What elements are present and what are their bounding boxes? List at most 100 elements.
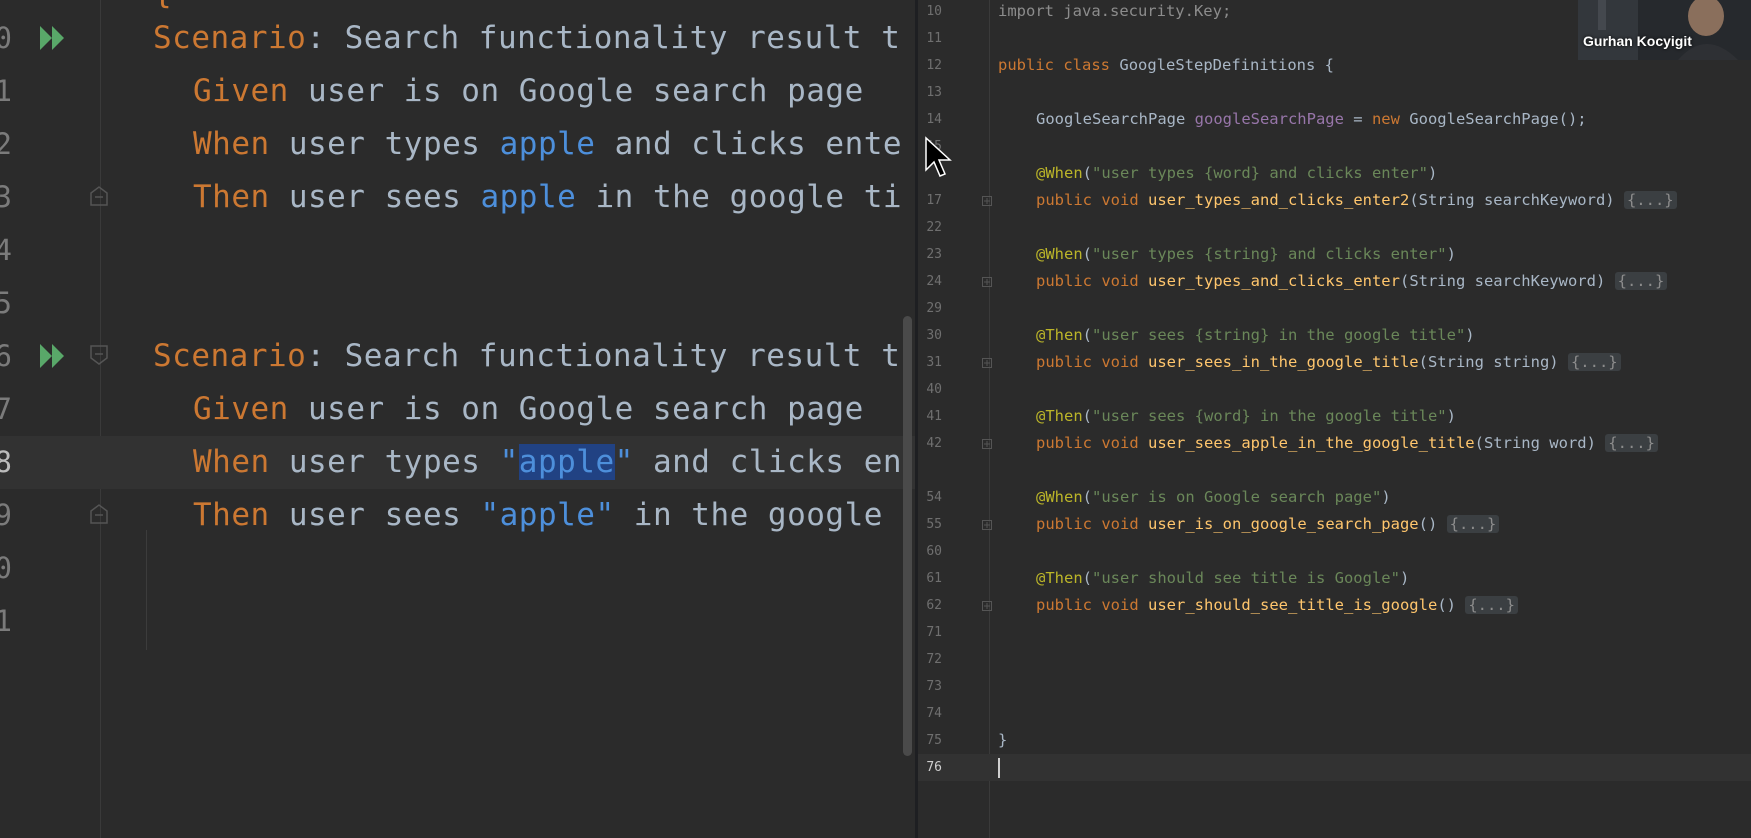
code-line-74[interactable]: 74 (918, 700, 1751, 727)
code-line-60[interactable]: 60 (918, 538, 1751, 565)
code-line-76[interactable]: 76 (918, 754, 1751, 781)
code-line-31[interactable]: 31 public void user_sees_in_the_google_t… (918, 349, 1751, 376)
quote-mark: " (499, 444, 519, 480)
code-line-72[interactable]: 72 (918, 646, 1751, 673)
line-number: 73 (926, 679, 942, 694)
code-line-14[interactable]: 14 GoogleSearchPage googleSearchPage = n… (918, 106, 1751, 133)
step-parameter: apple (480, 179, 577, 215)
fold-marker-icon[interactable] (88, 185, 110, 207)
participant-name: Gurhan Kocyigit (1583, 33, 1692, 49)
folded-body[interactable]: {...} (1623, 191, 1677, 209)
closing-brace: } (998, 731, 1008, 749)
method-name: user_should_see_title_is_google (1148, 596, 1438, 614)
vertical-scrollbar[interactable] (903, 316, 912, 756)
line-number: 14 (0, 233, 12, 267)
step-pattern-string: "user types {string} and clicks enter" (1092, 245, 1447, 263)
code-line-55[interactable]: 55 public void user_is_on_google_search_… (918, 511, 1751, 538)
keyword: public (1036, 272, 1092, 290)
code-line-16[interactable]: @When("user types {word} and clicks ente… (918, 160, 1751, 187)
code-line-30[interactable]: 30 @Then("user sees {string} in the goog… (918, 322, 1751, 349)
step-pattern-string: "user sees {word} in the google title" (1092, 407, 1447, 425)
folded-body[interactable]: {...} (1605, 434, 1658, 452)
step-pattern-string: "user sees {string} in the google title" (1092, 326, 1466, 344)
line-number: 74 (926, 706, 942, 721)
step-text: user types (269, 126, 500, 162)
run-scenario-icon[interactable] (38, 24, 70, 52)
then-keyword: Then (193, 179, 270, 215)
line-number: 61 (926, 571, 942, 586)
code-line-18[interactable]: 18 When user types "apple" and clicks en (0, 436, 915, 489)
code-line-41[interactable]: 41 @Then("user sees {word} in the google… (918, 403, 1751, 430)
keyword: void (1101, 272, 1139, 290)
keyword: new (1371, 110, 1400, 128)
line-number: 62 (926, 598, 942, 613)
code-line-22[interactable]: 22 (918, 214, 1751, 241)
paren: ) (1381, 488, 1391, 506)
code-line-42[interactable]: 42 public void user_sees_apple_in_the_go… (918, 430, 1751, 457)
code-line-12[interactable]: 12 When user types apple and clicks ente (0, 118, 915, 171)
paren: ( (1082, 326, 1093, 344)
folded-body[interactable]: {...} (1465, 596, 1518, 614)
paren: ) (1427, 164, 1438, 182)
code-line-15[interactable]: 15 (0, 277, 915, 330)
folded-body[interactable]: {...} (1614, 272, 1668, 290)
feature-editor[interactable]: { 10 Scenario: Search functionality resu… (0, 0, 915, 838)
fold-marker-icon[interactable] (88, 503, 110, 525)
then-keyword: Then (193, 497, 270, 533)
paren: ( (1082, 164, 1093, 182)
code-line-13[interactable]: 13 (918, 79, 1751, 106)
code-line-19[interactable]: 19 Then user sees "apple" in the google (0, 489, 915, 542)
annotation: @When (1036, 164, 1083, 182)
code-line-75[interactable]: 75 } (918, 727, 1751, 754)
method-params: () (1418, 515, 1447, 533)
code-line-73[interactable]: 73 (918, 673, 1751, 700)
line-number: 41 (926, 409, 942, 424)
code-line-13[interactable]: 13 Then user sees apple in the google ti (0, 171, 915, 224)
code-line-21[interactable]: 21 (0, 595, 915, 648)
step-text: user is on Google search page (288, 391, 864, 427)
code-line-54[interactable]: 54 @When("user is on Google search page"… (918, 484, 1751, 511)
fold-expand-icon[interactable] (982, 358, 992, 368)
fold-expand-icon[interactable] (982, 601, 992, 611)
method-name: user_is_on_google_search_page (1148, 515, 1419, 533)
fold-marker-icon[interactable] (88, 344, 110, 366)
fold-expand-icon[interactable] (982, 196, 992, 206)
code-line-24[interactable]: 24 public void user_types_and_clicks_ent… (918, 268, 1751, 295)
line-number: 31 (926, 355, 942, 370)
class-name: GoogleStepDefinitions (1119, 56, 1316, 74)
code-line-23[interactable]: 23 @When("user types {string} and clicks… (918, 241, 1751, 268)
code-line-16[interactable]: 16 Scenario: Search functionality result… (0, 330, 915, 383)
constructor-call: GoogleSearchPage(); (1399, 110, 1587, 128)
selected-parameter[interactable]: apple (518, 444, 615, 480)
fold-expand-icon[interactable] (982, 439, 992, 449)
line-number: 19 (0, 498, 12, 532)
code-line-71[interactable]: 71 (918, 619, 1751, 646)
code-line-40[interactable]: 40 (918, 376, 1751, 403)
code-line-20[interactable]: 20 (0, 542, 915, 595)
method-params: (String searchKeyword) (1399, 272, 1615, 290)
step-text: user types (269, 444, 500, 480)
code-line-15[interactable]: 15 (918, 133, 1751, 160)
paren: ) (1465, 326, 1475, 344)
code-line-29[interactable]: 29 (918, 295, 1751, 322)
line-number: 10 (926, 4, 942, 19)
line-number: 12 (0, 127, 12, 161)
fold-expand-icon[interactable] (982, 277, 992, 287)
folded-body[interactable]: {...} (1567, 353, 1621, 371)
run-scenario-icon[interactable] (38, 342, 70, 370)
line-number: 24 (926, 274, 942, 289)
fold-expand-icon[interactable] (982, 520, 992, 530)
code-line-14[interactable]: 14 (0, 224, 915, 277)
code-line-17[interactable]: 17 Given user is on Google search page (0, 383, 915, 436)
annotation: @When (1036, 245, 1083, 263)
import-statement: import java.security.Key; (998, 2, 1232, 20)
participant-video-tile: Gurhan Kocyigit (1578, 0, 1751, 60)
line-number: 15 (0, 286, 12, 320)
code-line-10[interactable]: 10 Scenario: Search functionality result… (0, 12, 915, 65)
code-line-62[interactable]: 62 public void user_should_see_title_is_… (918, 592, 1751, 619)
folded-body[interactable]: {...} (1446, 515, 1500, 533)
code-line-17[interactable]: 17 public void user_types_and_clicks_ent… (918, 187, 1751, 214)
java-editor[interactable]: 10 import java.security.Key; 11 12 publi… (918, 0, 1751, 838)
code-line-61[interactable]: 61 @Then("user should see title is Googl… (918, 565, 1751, 592)
code-line-11[interactable]: 11 Given user is on Google search page (0, 65, 915, 118)
